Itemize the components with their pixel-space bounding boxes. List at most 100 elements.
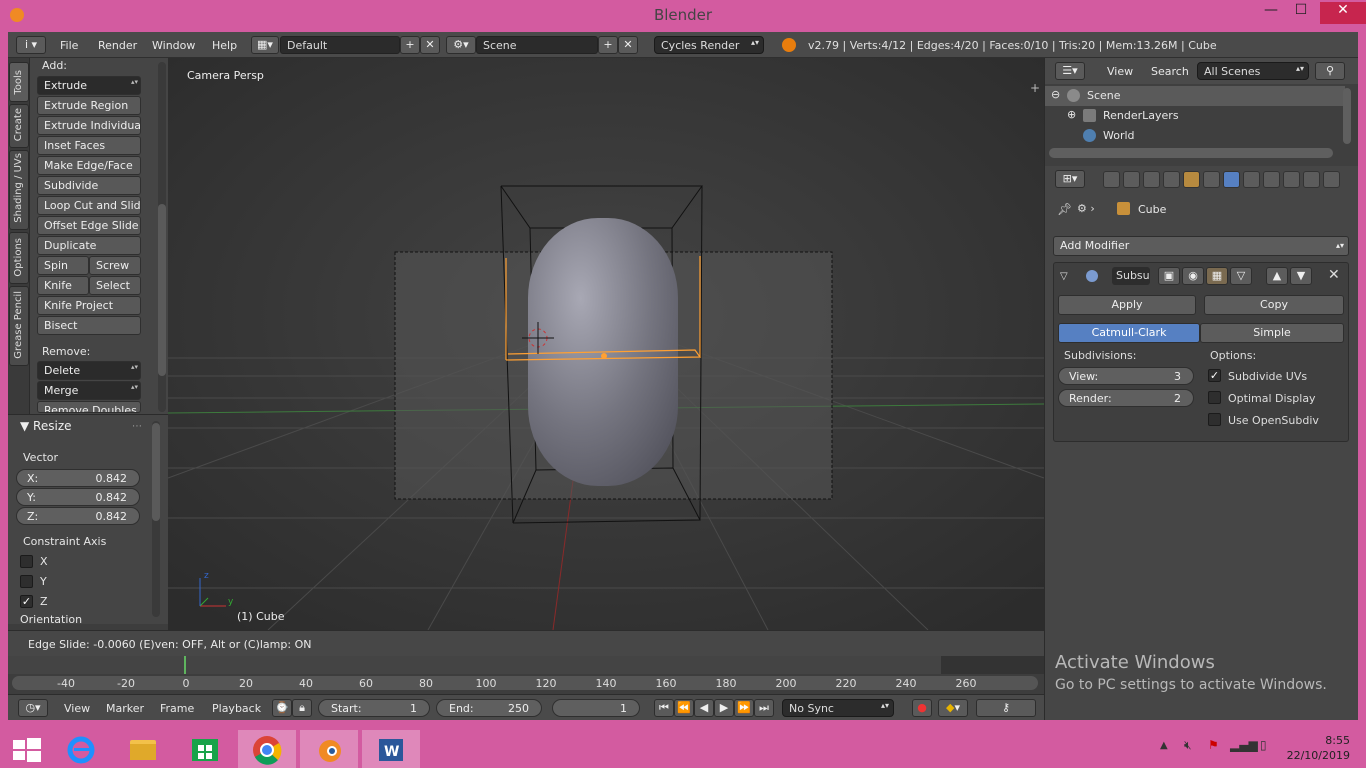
constraints-tab-icon[interactable] — [1203, 171, 1220, 188]
expand-icon[interactable]: ⊕ — [1067, 108, 1076, 121]
remove-doubles-button[interactable]: Remove Doubles — [37, 401, 141, 413]
subdivide-uvs-checkbox[interactable]: ✓ — [1208, 369, 1221, 382]
collapse-icon[interactable]: ⊖ — [1051, 88, 1060, 101]
start-frame-field[interactable]: Start: 1 — [318, 699, 430, 717]
action-center-flag-icon[interactable]: ⚑ — [1208, 738, 1219, 752]
menu-file[interactable]: File — [60, 39, 78, 52]
delete-scene-button[interactable]: ✕ — [618, 36, 638, 54]
tab-options[interactable]: Options — [9, 232, 29, 284]
remove-modifier-icon[interactable]: ✕ — [1328, 267, 1340, 283]
word-icon[interactable]: W — [362, 730, 420, 768]
outliner-search-icon[interactable]: ⚲ — [1315, 62, 1345, 80]
outliner-menu-view[interactable]: View — [1107, 65, 1133, 78]
knife-button[interactable]: Knife — [37, 276, 89, 295]
scale-y-field[interactable]: Y: 0.842 — [16, 488, 140, 506]
toolshelf-scrollbar[interactable] — [158, 204, 166, 376]
screw-button[interactable]: Screw — [89, 256, 141, 275]
tab-grease-pencil[interactable]: Grease Pencil — [9, 286, 29, 366]
resize-scrollbar[interactable] — [152, 423, 160, 521]
world-tab-icon[interactable] — [1163, 171, 1180, 188]
3d-viewport[interactable]: y z + Camera Persp (1) Cube — [168, 58, 1044, 630]
add-scene-button[interactable]: + — [598, 36, 618, 54]
render-levels-field[interactable]: Render: 2 — [1058, 389, 1194, 407]
file-explorer-icon[interactable] — [114, 730, 172, 768]
editmode-visibility-icon[interactable]: ▦ — [1206, 267, 1228, 285]
optimal-display-checkbox[interactable] — [1208, 391, 1221, 404]
internet-explorer-icon[interactable] — [52, 730, 110, 768]
blender-taskbar-icon[interactable] — [300, 730, 358, 768]
scene-tab-icon[interactable] — [1143, 171, 1160, 188]
sync-dropdown[interactable]: No Sync ▴▾ — [782, 699, 894, 717]
editor-type-clock-icon[interactable]: ◷▾ — [18, 699, 48, 717]
store-icon[interactable] — [176, 730, 234, 768]
make-edge-face-button[interactable]: Make Edge/Face — [37, 156, 141, 175]
bisect-button[interactable]: Bisect — [37, 316, 141, 335]
timeline-menu-playback[interactable]: Playback — [212, 702, 261, 715]
current-frame-marker[interactable] — [184, 656, 186, 674]
pin-icon[interactable]: 📌︎ — [1057, 202, 1072, 216]
minimize-button[interactable]: — — [1256, 2, 1286, 24]
jump-start-icon[interactable]: ⏮ — [654, 699, 674, 717]
keying-set-icon[interactable]: ◆▾ — [938, 699, 968, 717]
maximize-button[interactable]: ☐ — [1286, 2, 1316, 24]
editor-type-properties-icon[interactable]: ⊞▾ — [1055, 170, 1085, 188]
scale-x-field[interactable]: X: 0.842 — [16, 469, 140, 487]
constraint-z-checkbox[interactable]: ✓ — [20, 595, 33, 608]
resize-panel-header[interactable]: ▼ Resize — [20, 419, 72, 433]
render-tab-icon[interactable] — [1103, 171, 1120, 188]
menu-help[interactable]: Help — [212, 39, 237, 52]
extrude-region-button[interactable]: Extrude Region — [37, 96, 141, 115]
cage-visibility-icon[interactable]: ▽ — [1230, 267, 1252, 285]
play-icon[interactable]: ▶ — [714, 699, 734, 717]
preview-range-icon[interactable]: ⌚ — [272, 699, 292, 717]
battery-icon[interactable]: ▯ — [1260, 738, 1267, 752]
scene-icon[interactable]: ⚙▾ — [446, 36, 476, 54]
system-clock[interactable]: 8:55 22/10/2019 — [1287, 733, 1350, 763]
menu-window[interactable]: Window — [152, 39, 195, 52]
close-button[interactable]: ✕ — [1320, 2, 1366, 24]
screen-layout-icon[interactable]: ▦▾ — [251, 36, 279, 54]
view-levels-field[interactable]: View: 3 — [1058, 367, 1194, 385]
end-frame-field[interactable]: End: 250 — [436, 699, 542, 717]
move-down-icon[interactable]: ▼ — [1290, 267, 1312, 285]
network-icon[interactable]: ▂▄▆ — [1230, 738, 1258, 752]
move-up-icon[interactable]: ▲ — [1266, 267, 1288, 285]
drag-handle-icon[interactable]: ⋯ — [132, 421, 142, 432]
show-hidden-icons[interactable]: ▲ — [1160, 740, 1168, 751]
timeline-scrollbar[interactable] — [12, 676, 1038, 690]
viewport-scene[interactable]: y z + — [168, 58, 1044, 630]
constraint-x-checkbox[interactable] — [20, 555, 33, 568]
record-icon[interactable]: ● — [912, 699, 932, 717]
offset-edge-slide-button[interactable]: Offset Edge Slide — [37, 216, 141, 235]
extrude-individual-button[interactable]: Extrude Individual — [37, 116, 141, 135]
object-tab-icon[interactable] — [1183, 171, 1200, 188]
constraint-y-checkbox[interactable] — [20, 575, 33, 588]
lock-icon[interactable]: 🔒︎ — [292, 699, 312, 717]
timeline-menu-view[interactable]: View — [64, 702, 90, 715]
jump-keyframe-forward-icon[interactable]: ⏩ — [734, 699, 754, 717]
volume-muted-icon[interactable]: 🔇︎ — [1184, 738, 1192, 753]
modifiers-tab-icon[interactable] — [1223, 171, 1240, 188]
timeline-menu-frame[interactable]: Frame — [160, 702, 194, 715]
merge-dropdown[interactable]: Merge — [37, 381, 141, 400]
current-frame-field[interactable]: 1 — [552, 699, 640, 717]
jump-end-icon[interactable]: ⏭ — [754, 699, 774, 717]
delete-dropdown[interactable]: Delete — [37, 361, 141, 380]
texture-tab-icon[interactable] — [1283, 171, 1300, 188]
render-visibility-icon[interactable]: ▣ — [1158, 267, 1180, 285]
subdivide-button[interactable]: Subdivide — [37, 176, 141, 195]
physics-tab-icon[interactable] — [1323, 171, 1340, 188]
screen-layout-field[interactable]: Default — [280, 36, 400, 54]
material-tab-icon[interactable] — [1263, 171, 1280, 188]
chrome-icon[interactable] — [238, 730, 296, 768]
render-engine-dropdown[interactable]: Cycles Render ▴▾ — [654, 36, 764, 54]
outliner-filter-dropdown[interactable]: All Scenes ▴▾ — [1197, 62, 1309, 80]
tab-tools[interactable]: Tools — [9, 62, 29, 102]
use-opensubdiv-checkbox[interactable] — [1208, 413, 1221, 426]
outliner-menu-search[interactable]: Search — [1151, 65, 1189, 78]
catmull-clark-option[interactable]: Catmull-Clark — [1058, 323, 1200, 343]
particles-tab-icon[interactable] — [1303, 171, 1320, 188]
viewport-plus-icon[interactable]: + — [1030, 81, 1040, 95]
collapse-modifier-icon[interactable]: ▽ — [1060, 271, 1068, 282]
knife-select-button[interactable]: Select — [89, 276, 141, 295]
